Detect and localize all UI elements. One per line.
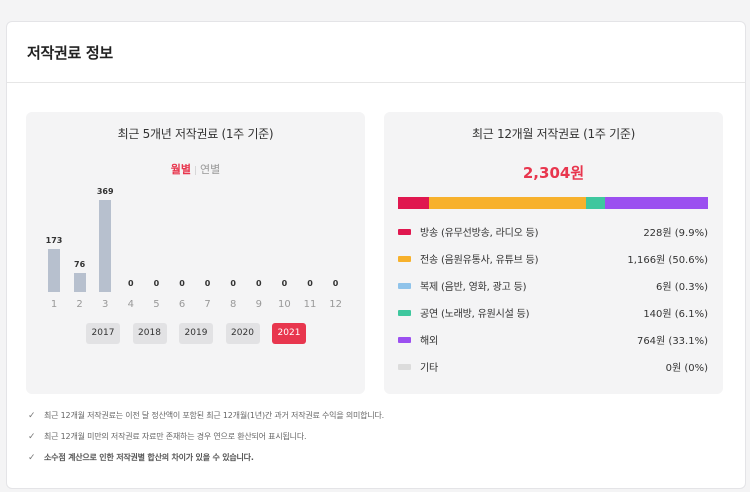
bar-value-label: 76 — [74, 260, 86, 270]
legend-row: 전송 (음원유통사, 유튜브 등) 1,166원 (50.6%) — [398, 245, 708, 272]
legend-label: 기타 — [420, 363, 438, 374]
month-tick-label: 12 — [329, 299, 342, 310]
legend-label: 방송 (유무선방송, 라디오 등) — [420, 228, 539, 239]
bar-value-label: 369 — [96, 187, 114, 196]
note-text: 최근 12개월 미만의 저작권료 자료만 존재하는 경우 연으로 환산되어 표시… — [44, 432, 307, 441]
year-button-2021[interactable]: 2021 — [272, 323, 306, 344]
legend-value: 1,166원 (50.6%) — [627, 255, 708, 266]
royalty-legend: 방송 (유무선방송, 라디오 등) 228원 (9.9%) 전송 (음원유통사, 유… — [398, 218, 708, 380]
royalty-share-bar — [398, 197, 708, 209]
legend-row: 기타 0원 (0%) — [398, 353, 708, 380]
total-royalty: 2,304원 — [522, 164, 585, 182]
bar-month-1 — [48, 248, 60, 292]
notes-list: ✓ 최근 12개월 저작권료는 이전 달 정산액이 포함된 최근 12개월(1년)… — [28, 405, 728, 468]
bar-month-3 — [99, 200, 112, 292]
card-header: 저작권료 정보 — [7, 22, 745, 83]
legend-value: 140원 (6.1%) — [643, 309, 708, 320]
check-icon: ✓ — [28, 431, 36, 442]
legend-label: 전송 (음원유통사, 유튜브 등) — [420, 255, 539, 266]
legend-row: 해외 764원 (33.1%) — [398, 326, 708, 353]
note-item: ✓ 소수점 계산으로 인한 저작권별 합산의 차이가 있을 수 있습니다. — [28, 447, 728, 468]
year-selector: 2017 2018 2019 2020 2021 — [26, 323, 365, 345]
bar-value-label: 173 — [45, 235, 63, 245]
twelve-month-panel-title: 최근 12개월 저작권료 (1주 기준) — [472, 127, 635, 141]
legend-label: 공연 (노래방, 유원시설 등) — [420, 309, 530, 320]
legend-swatch — [398, 255, 411, 262]
year-button-2020[interactable]: 2020 — [225, 323, 260, 344]
legend-row: 공연 (노래방, 유원시설 등) 140원 (6.1%) — [398, 299, 708, 326]
legend-swatch — [398, 309, 411, 316]
share-segment-0 — [398, 197, 429, 209]
check-icon: ✓ — [28, 410, 36, 421]
note-text: 최근 12개월 저작권료는 이전 달 정산액이 포함된 최근 12개월(1년)간… — [44, 411, 384, 420]
legend-value: 764원 (33.1%) — [636, 336, 708, 347]
year-button-2019[interactable]: 2019 — [179, 323, 213, 344]
note-item: ✓ 최근 12개월 미만의 저작권료 자료만 존재하는 경우 연으로 환산되어 표… — [28, 426, 728, 447]
five-year-royalty-panel: 최근 5개년 저작권료 (1주 기준) 월별 | 연별 173 1 76 2 369 3 0 4 0… — [26, 112, 365, 394]
share-segment-1 — [428, 197, 586, 209]
twelve-month-royalty-panel: 최근 12개월 저작권료 (1주 기준) 2,304원 방송 (유무선방송, 라… — [384, 112, 723, 394]
legend-value: 6원 (0.3%) — [656, 282, 708, 293]
monthly-bar-chart: 173 1 76 2 369 3 0 4 0 5 0 6 0 7 0 8 0 9 0 10 0 11 0 12 — [26, 112, 365, 312]
note-text: 소수점 계산으로 인한 저작권별 합산의 차이가 있을 수 있습니다. — [44, 453, 254, 462]
year-button-2017[interactable]: 2017 — [86, 323, 120, 344]
legend-label: 해외 — [420, 336, 438, 347]
share-segment-4 — [605, 197, 708, 209]
page-title: 저작권료 정보 — [27, 43, 113, 62]
legend-swatch — [398, 282, 411, 289]
share-segment-3 — [586, 197, 606, 209]
legend-value: 228원 (9.9%) — [643, 228, 708, 239]
legend-swatch — [398, 336, 411, 343]
note-item: ✓ 최근 12개월 저작권료는 이전 달 정산액이 포함된 최근 12개월(1년)… — [28, 405, 728, 426]
legend-swatch — [398, 363, 411, 370]
bar-value-label: 0 — [332, 279, 339, 288]
legend-row: 복제 (음반, 영화, 광고 등) 6원 (0.3%) — [398, 272, 708, 299]
legend-label: 복제 (음반, 영화, 광고 등) — [420, 282, 527, 293]
bar-month-2 — [73, 273, 86, 292]
legend-swatch — [398, 228, 411, 235]
royalty-info-card: 저작권료 정보 최근 5개년 저작권료 (1주 기준) 월별 | 연별 173 1 76… — [6, 21, 746, 489]
check-icon: ✓ — [28, 452, 36, 463]
year-button-2018[interactable]: 2018 — [132, 323, 167, 344]
legend-value: 0원 (0%) — [665, 363, 708, 374]
legend-row: 방송 (유무선방송, 라디오 등) 228원 (9.9%) — [398, 218, 708, 245]
